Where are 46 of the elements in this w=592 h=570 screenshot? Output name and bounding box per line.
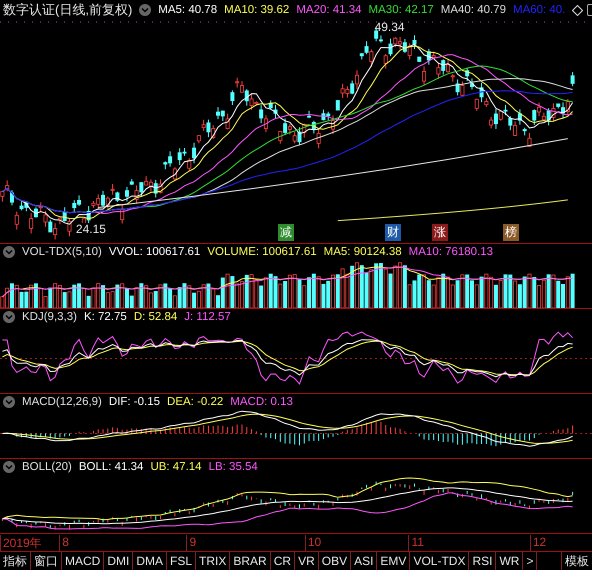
indicator-value: DIF: -0.15: [108, 396, 160, 408]
indicator-tab[interactable]: VR: [295, 552, 319, 570]
indicator-value: D: 52.84: [134, 310, 178, 322]
indicator-name: VOL-TDX(5,10): [22, 246, 102, 258]
collapse-icon[interactable]: [3, 310, 15, 322]
event-marker[interactable]: 财: [384, 224, 401, 241]
indicator-tab[interactable]: TRIX: [196, 552, 230, 570]
date-axis-label: 12: [530, 535, 546, 551]
indicator-value: VOLUME: 100617.61: [207, 246, 317, 258]
indicator-tab[interactable]: ASI: [351, 552, 378, 570]
date-axis-label: 9: [186, 535, 196, 551]
diamond-icon[interactable]: [572, 4, 584, 16]
collapse-icon[interactable]: [3, 246, 15, 258]
moving-average-value: MA20: 41.34: [296, 4, 362, 16]
moving-average-value: MA60: 40.: [512, 4, 566, 16]
collapse-icon[interactable]: [3, 460, 15, 472]
event-marker[interactable]: 减: [278, 224, 294, 241]
indicator-name: KDJ(9,3,3): [22, 310, 77, 322]
chart-title: 数字认证(日线,前复权): [3, 1, 132, 19]
date-axis-label: 8: [59, 535, 69, 551]
moving-average-value: MA5: 40.78: [158, 4, 218, 16]
indicator-tab[interactable]: 指标: [0, 552, 31, 570]
low-price-label: 24.15: [76, 223, 106, 236]
moving-average-value: MA40: 40.79: [440, 4, 506, 16]
indicator-value: MA10: 76180.13: [408, 246, 494, 258]
indicator-value: J: 112.57: [184, 310, 231, 322]
indicator-value: DEA: -0.22: [167, 396, 224, 408]
moving-average-value: MA30: 42.17: [368, 4, 434, 16]
event-marker[interactable]: 榜: [503, 224, 520, 241]
moving-average-value: MA10: 39.62: [224, 4, 290, 16]
indicator-name: BOLL(20): [22, 460, 72, 472]
indicator-value: BOLL: 41.34: [78, 460, 144, 472]
event-marker[interactable]: 涨: [432, 224, 448, 241]
high-price-label: 49.34: [374, 20, 405, 34]
indicator-value: UB: 47.14: [150, 460, 202, 472]
date-axis-label: 10: [304, 535, 322, 551]
collapse-icon[interactable]: [139, 4, 152, 16]
date-axis-label: 11: [408, 535, 424, 551]
collapse-icon[interactable]: [3, 396, 15, 408]
indicator-value: LB: 35.54: [208, 460, 258, 472]
indicator-value: VVOL: 100617.61: [108, 246, 200, 258]
indicator-value: K: 72.75: [84, 310, 127, 322]
indicator-name: MACD(12,26,9): [22, 396, 102, 408]
indicator-value: MACD: 0.13: [230, 396, 293, 408]
date-axis-label: 2019年: [0, 535, 42, 551]
indicator-value: MA5: 90124.38: [324, 246, 402, 258]
